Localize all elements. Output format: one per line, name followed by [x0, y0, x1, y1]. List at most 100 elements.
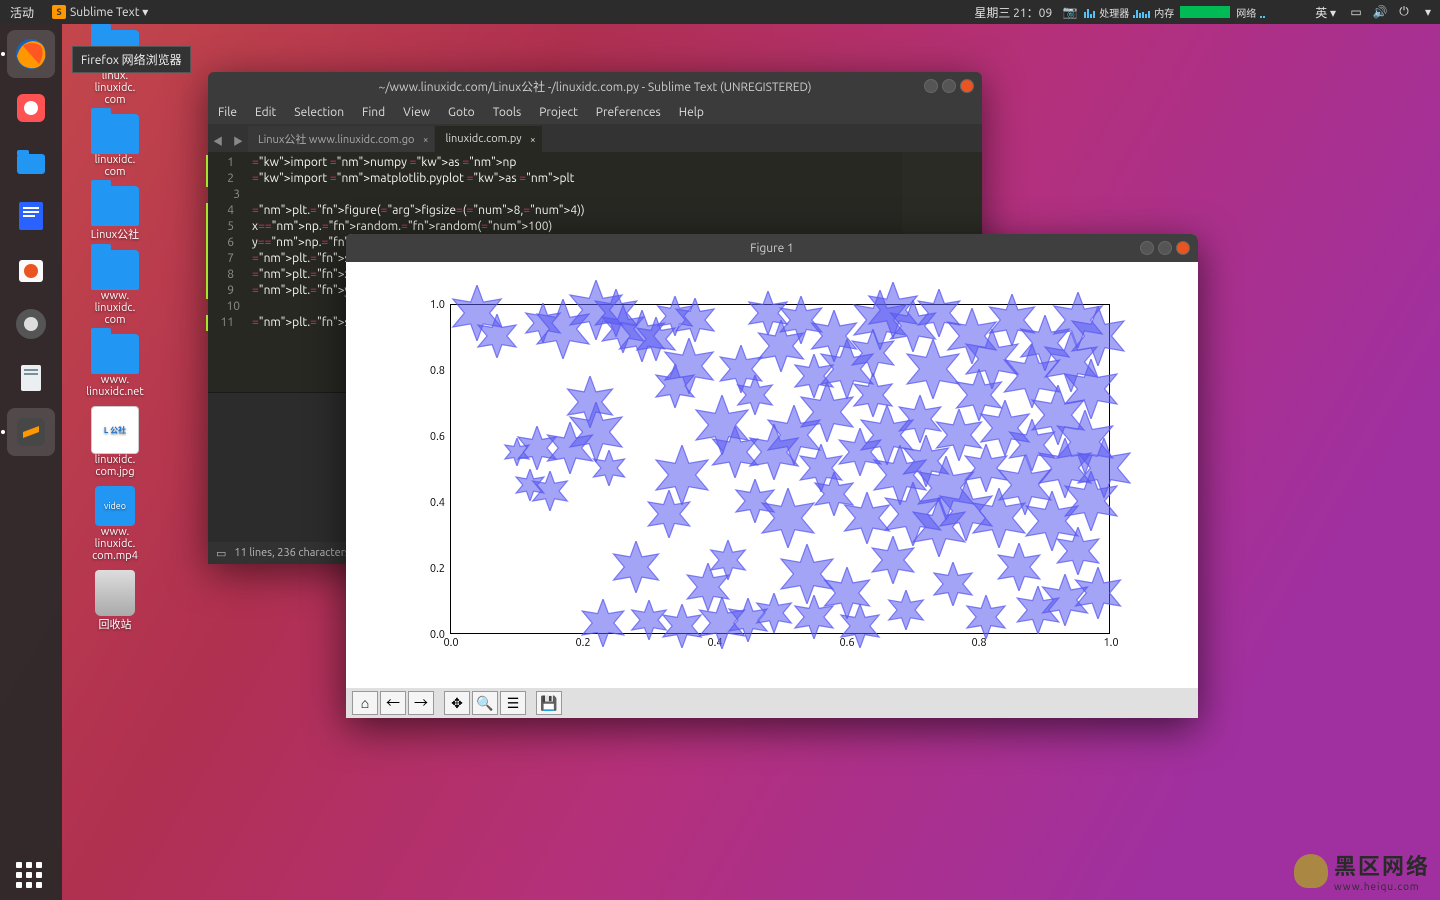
- tb-back-button[interactable]: ←: [380, 691, 406, 715]
- dock-software[interactable]: [7, 246, 55, 294]
- dock-firefox[interactable]: [7, 30, 55, 78]
- menu-find[interactable]: Find: [362, 106, 385, 119]
- menu-goto[interactable]: Goto: [448, 106, 475, 119]
- menu-file[interactable]: File: [218, 106, 237, 119]
- tb-forward-button[interactable]: →: [408, 691, 434, 715]
- desktop-icon[interactable]: L 公社linuxidc. com.jpg: [70, 406, 160, 478]
- scatter-point: [708, 540, 748, 580]
- close-button[interactable]: [960, 79, 974, 93]
- app-menu[interactable]: S Sublime Text ▾: [44, 5, 156, 19]
- tab-scroll-right[interactable]: ▶: [228, 128, 248, 152]
- plot-canvas: 0.00.20.40.60.81.00.00.20.40.60.81.0: [346, 262, 1198, 688]
- sublime-titlebar[interactable]: ~/www.linuxidc.com/Linux公社 -/linuxidc.co…: [208, 72, 982, 100]
- menu-project[interactable]: Project: [539, 106, 578, 119]
- desktop-icon[interactable]: videowww. linuxidc. com.mp4: [70, 486, 160, 562]
- dock-files[interactable]: [7, 138, 55, 186]
- dock-camera[interactable]: [7, 300, 55, 348]
- scatter-point: [629, 600, 669, 640]
- network-icon[interactable]: ▭: [1348, 4, 1364, 20]
- tb-config-button[interactable]: ☰: [500, 691, 526, 715]
- watermark-icon: [1294, 854, 1328, 888]
- editor-tab[interactable]: Linux公社 www.linuxidc.com.go×: [248, 126, 434, 152]
- scatter-point: [661, 338, 717, 394]
- desktop-icon-label: www. linuxidc.net: [86, 374, 143, 398]
- scatter-point: [886, 590, 926, 630]
- activities-button[interactable]: 活动: [0, 4, 44, 21]
- scatter-point: [673, 298, 717, 342]
- tb-save-button[interactable]: 💾: [536, 691, 562, 715]
- y-tick: 0.8: [430, 365, 451, 377]
- clock[interactable]: 星期三 21：09: [968, 4, 1058, 21]
- scatter-point: [610, 541, 662, 593]
- editor-tab[interactable]: linuxidc.com.py ×: [435, 126, 541, 152]
- screenshot-indicator-icon[interactable]: 📷: [1062, 4, 1078, 20]
- show-apps-button[interactable]: [16, 862, 42, 888]
- menu-selection[interactable]: Selection: [294, 106, 344, 119]
- maximize-button[interactable]: [942, 79, 956, 93]
- desktop-icon-label: Linux公社: [91, 226, 139, 242]
- volume-icon[interactable]: 🔊: [1372, 4, 1388, 20]
- dock-sublime[interactable]: [7, 408, 55, 456]
- figure-toolbar: ⌂ ← → ✥ 🔍 ☰ 💾: [346, 688, 1198, 718]
- figure-titlebar[interactable]: Figure 1: [346, 234, 1198, 262]
- folder-icon: [91, 186, 139, 226]
- tab-close-icon[interactable]: ×: [423, 134, 429, 145]
- sublime-menubar: File Edit Selection Find View Goto Tools Projec…: [208, 100, 982, 124]
- line-gutter: 1234567891011: [208, 152, 248, 392]
- fig-maximize-button[interactable]: [1158, 241, 1172, 255]
- software-icon: [13, 252, 49, 288]
- chevron-down-icon[interactable]: ▾: [1420, 4, 1436, 20]
- scatter-point: [733, 479, 777, 523]
- desktop-icon[interactable]: www. linuxidc.net: [70, 334, 160, 398]
- desktop-icon[interactable]: 回收站: [70, 570, 160, 632]
- tab-label: linuxidc.com.py: [445, 133, 521, 145]
- tb-home-button[interactable]: ⌂: [352, 691, 378, 715]
- tb-pan-button[interactable]: ✥: [444, 691, 470, 715]
- cpu-graph-icon: [1084, 6, 1095, 18]
- menu-view[interactable]: View: [403, 106, 430, 119]
- x-tick: 1.0: [1103, 633, 1118, 649]
- cpu-graph2-icon: [1133, 6, 1150, 18]
- desktop: linux. linuxidc. comlinuxidc. comLinux公社…: [70, 30, 160, 640]
- figure-title: Figure 1: [750, 242, 794, 255]
- ime-indicator[interactable]: 英 ▾: [1307, 4, 1344, 21]
- y-tick: 1.0: [430, 299, 451, 311]
- desktop-icon[interactable]: linuxidc. com: [70, 114, 160, 178]
- menu-edit[interactable]: Edit: [255, 106, 276, 119]
- dock-gedit[interactable]: [7, 354, 55, 402]
- tab-scroll-left[interactable]: ◀: [208, 128, 228, 152]
- writer-icon: [13, 198, 49, 234]
- scatter-point: [1074, 438, 1134, 498]
- watermark: 黑区网络www.heiqu.com: [1294, 849, 1430, 892]
- x-tick: 0.0: [443, 633, 458, 649]
- dock-screenshot[interactable]: [7, 84, 55, 132]
- firefox-icon: [13, 36, 49, 72]
- tab-close-icon[interactable]: ×: [530, 134, 536, 145]
- status-text: 11 lines, 236 characters: [234, 547, 349, 559]
- desktop-icon-label: www. linuxidc. com.mp4: [92, 526, 138, 562]
- desktop-icon-label: linuxidc. com.jpg: [95, 454, 136, 478]
- desktop-icon[interactable]: Linux公社: [70, 186, 160, 242]
- figure-window: Figure 1 0.00.20.40.60.81.00.00.20.40.60…: [346, 234, 1198, 718]
- watermark-main: 黑区网络: [1334, 854, 1430, 879]
- menu-help[interactable]: Help: [679, 106, 704, 119]
- mem-graph-icon: [1180, 6, 1230, 18]
- dock-writer[interactable]: [7, 192, 55, 240]
- sublime-icon: S: [52, 5, 66, 19]
- fig-minimize-button[interactable]: [1140, 241, 1154, 255]
- menu-preferences[interactable]: Preferences: [596, 106, 661, 119]
- menu-tools[interactable]: Tools: [493, 106, 522, 119]
- tb-zoom-button[interactable]: 🔍: [472, 691, 498, 715]
- plot-axes: 0.00.20.40.60.81.00.00.20.40.60.81.0: [450, 304, 1110, 634]
- minimize-button[interactable]: [924, 79, 938, 93]
- app-menu-label: Sublime Text ▾: [70, 5, 148, 19]
- screenshot-icon: [13, 90, 49, 126]
- power-icon[interactable]: ⏻: [1396, 4, 1412, 20]
- fig-close-button[interactable]: [1176, 241, 1190, 255]
- desktop-icon-label: linuxidc. com: [95, 154, 136, 178]
- cpu-label: 处理器: [1097, 5, 1131, 20]
- scatter-point: [849, 329, 897, 377]
- scatter-point: [964, 595, 1008, 639]
- desktop-icon[interactable]: www. linuxidc. com: [70, 250, 160, 326]
- net-label: 网络: [1234, 5, 1258, 20]
